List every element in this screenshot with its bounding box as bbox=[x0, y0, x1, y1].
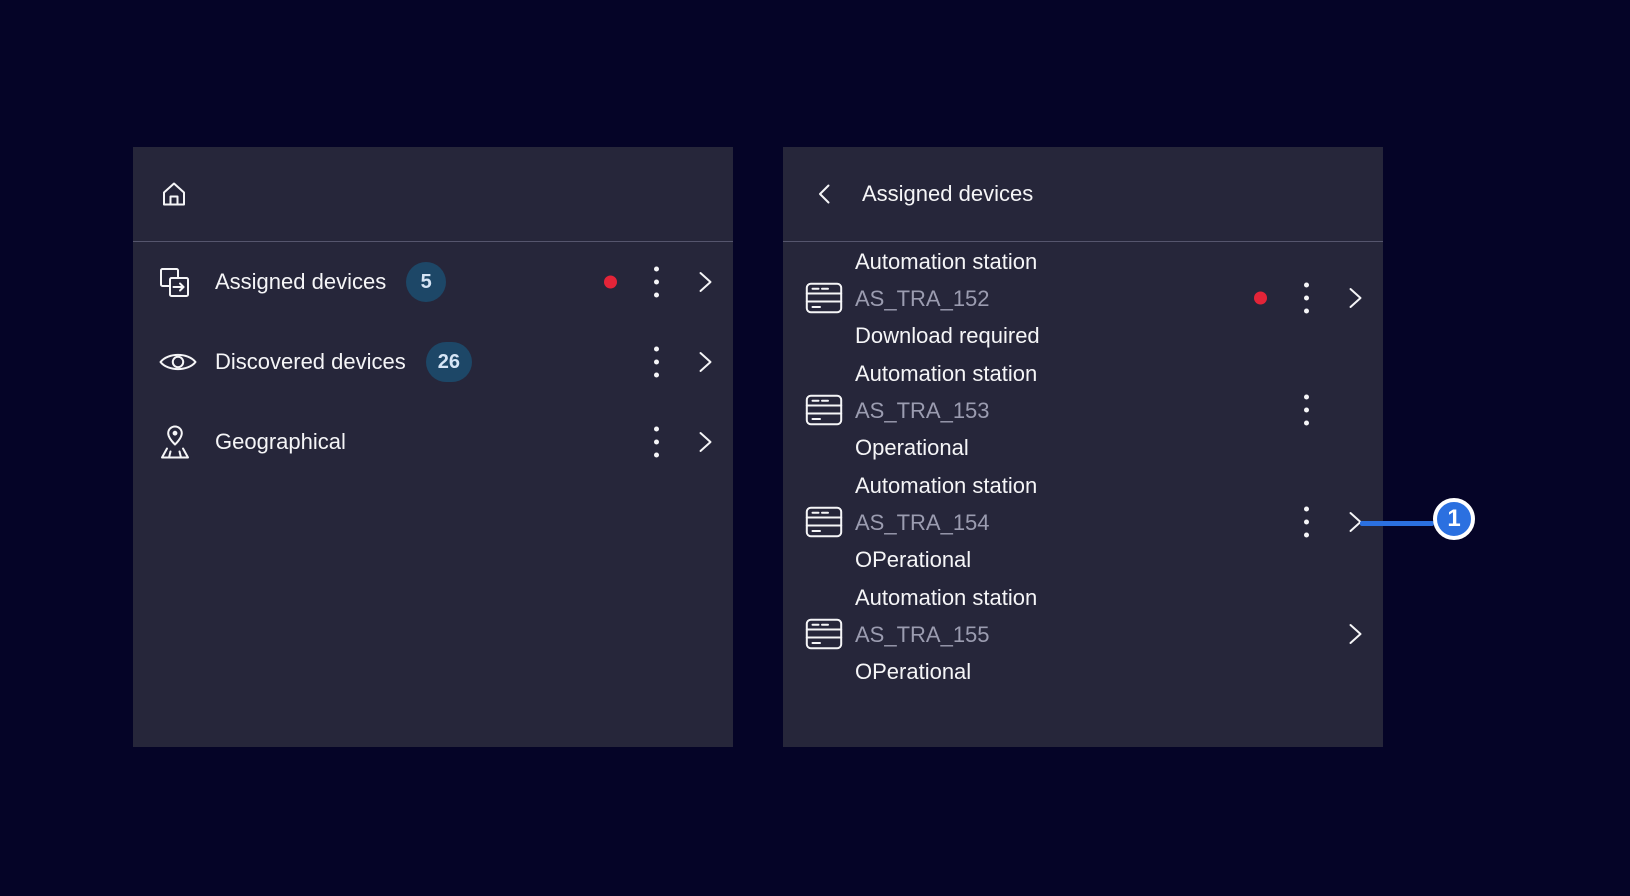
kebab-menu-icon[interactable] bbox=[1300, 279, 1313, 318]
assigned-devices-icon bbox=[158, 266, 200, 298]
device-name: AS_TRA_152 bbox=[855, 280, 1040, 317]
automation-station-icon bbox=[805, 394, 845, 426]
device-type: Automation station bbox=[855, 467, 1037, 504]
automation-station-icon bbox=[805, 282, 845, 314]
count-badge: 26 bbox=[426, 342, 472, 382]
chevron-right-icon[interactable] bbox=[693, 349, 717, 375]
page-title: Assigned devices bbox=[862, 181, 1033, 207]
device-row-as-tra-155[interactable]: Automation station AS_TRA_155 OPerationa… bbox=[783, 578, 1383, 690]
device-status: OPerational bbox=[855, 541, 1037, 578]
discovered-devices-eye-icon bbox=[158, 348, 200, 376]
sidebar-item-discovered-devices[interactable]: Discovered devices 26 bbox=[133, 322, 733, 402]
kebab-menu-icon[interactable] bbox=[650, 423, 663, 462]
device-status: Operational bbox=[855, 429, 1037, 466]
back-button[interactable] bbox=[816, 183, 832, 205]
device-name: AS_TRA_155 bbox=[855, 616, 1037, 653]
sidebar-item-label: Discovered devices bbox=[215, 349, 406, 375]
sidebar-item-label: Geographical bbox=[215, 429, 346, 455]
left-panel-header bbox=[133, 147, 733, 242]
chevron-right-icon[interactable] bbox=[1343, 285, 1367, 311]
count-badge: 5 bbox=[406, 262, 446, 302]
chevron-right-icon[interactable] bbox=[1343, 621, 1367, 647]
device-text: Automation station AS_TRA_152 Download r… bbox=[855, 243, 1040, 354]
callout-number: 1 bbox=[1447, 505, 1460, 533]
alert-dot bbox=[604, 276, 617, 289]
device-name: AS_TRA_154 bbox=[855, 504, 1037, 541]
kebab-menu-icon[interactable] bbox=[1300, 503, 1313, 542]
device-row-as-tra-153[interactable]: Automation station AS_TRA_153 Operationa… bbox=[783, 354, 1383, 466]
geographical-map-pin-icon bbox=[158, 424, 200, 460]
automation-station-icon bbox=[805, 506, 845, 538]
home-icon bbox=[158, 178, 190, 210]
stage: Assigned devices 5 Discovered devices 26 bbox=[0, 0, 1630, 896]
sidebar-item-assigned-devices[interactable]: Assigned devices 5 bbox=[133, 242, 733, 322]
chevron-right-icon[interactable] bbox=[693, 429, 717, 455]
device-status: OPerational bbox=[855, 653, 1037, 690]
assigned-devices-panel: Assigned devices Automation station AS_T… bbox=[783, 147, 1383, 747]
device-row-as-tra-152[interactable]: Automation station AS_TRA_152 Download r… bbox=[783, 242, 1383, 354]
right-panel-header: Assigned devices bbox=[783, 147, 1383, 242]
device-status: Download required bbox=[855, 317, 1040, 354]
chevron-right-icon[interactable] bbox=[693, 269, 717, 295]
sidebar-item-label: Assigned devices bbox=[215, 269, 386, 295]
kebab-menu-icon[interactable] bbox=[650, 263, 663, 302]
kebab-menu-icon[interactable] bbox=[1300, 391, 1313, 430]
sidebar-item-geographical[interactable]: Geographical bbox=[133, 402, 733, 482]
navigation-panel: Assigned devices 5 Discovered devices 26 bbox=[133, 147, 733, 747]
device-type: Automation station bbox=[855, 579, 1037, 616]
callout-marker-1: 1 bbox=[1433, 498, 1475, 540]
callout-connector-line bbox=[1360, 521, 1434, 526]
kebab-menu-icon[interactable] bbox=[650, 343, 663, 382]
automation-station-icon bbox=[805, 618, 845, 650]
chevron-left-icon bbox=[816, 183, 832, 205]
device-row-as-tra-154[interactable]: Automation station AS_TRA_154 OPerationa… bbox=[783, 466, 1383, 578]
device-type: Automation station bbox=[855, 243, 1040, 280]
alert-dot bbox=[1254, 292, 1267, 305]
device-text: Automation station AS_TRA_154 OPerationa… bbox=[855, 467, 1037, 578]
device-name: AS_TRA_153 bbox=[855, 392, 1037, 429]
home-button[interactable] bbox=[158, 178, 190, 210]
device-text: Automation station AS_TRA_153 Operationa… bbox=[855, 355, 1037, 466]
device-type: Automation station bbox=[855, 355, 1037, 392]
device-text: Automation station AS_TRA_155 OPerationa… bbox=[855, 579, 1037, 690]
